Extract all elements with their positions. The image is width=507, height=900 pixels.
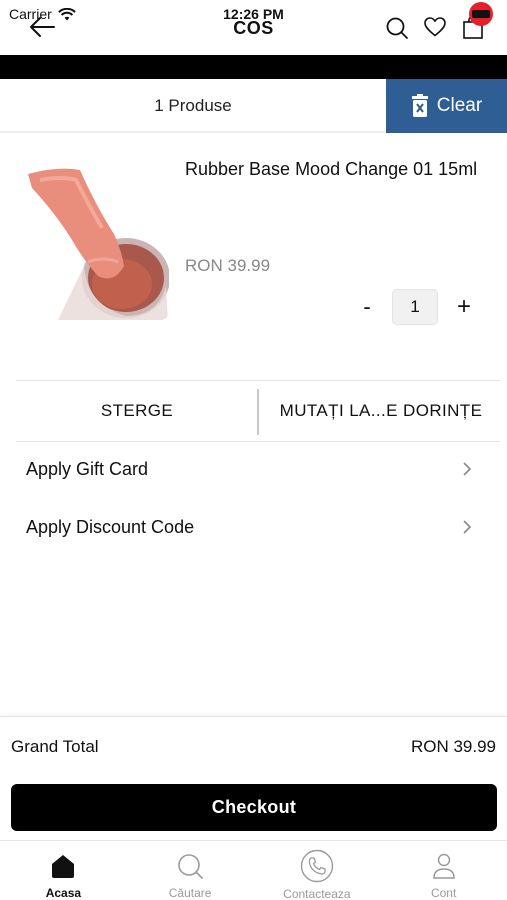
product-count: 1 Produse [154, 96, 232, 115]
chevron-right-icon [463, 520, 472, 534]
decrease-quantity-button[interactable]: - [358, 294, 376, 320]
wishlist-button[interactable] [423, 14, 447, 40]
checkout-button[interactable]: Checkout [11, 784, 497, 831]
apply-gift-card-label: Apply Gift Card [26, 458, 149, 479]
quantity-stepper: - 1 + [358, 288, 478, 326]
clear-cart-button[interactable]: Clear [386, 79, 507, 133]
tab-contact-label: Contacteaza [283, 887, 351, 900]
search-icon [386, 17, 408, 39]
quantity-value[interactable]: 1 [392, 289, 438, 325]
search-icon [178, 853, 203, 879]
tab-account[interactable]: Cont [380, 841, 507, 900]
grand-total-value: RON 39.99 [410, 737, 496, 756]
arrow-left-icon [30, 17, 55, 37]
back-button[interactable] [28, 14, 56, 40]
cart-badge [469, 2, 493, 26]
heart-icon [424, 17, 446, 37]
status-bar: Carrier 12:26 PM COS [0, 0, 507, 55]
product-price: RON 39.99 [185, 256, 271, 275]
actions-divider [257, 389, 259, 435]
tab-contact[interactable]: Contacteaza [254, 841, 381, 900]
grand-total-label: Grand Total [11, 737, 99, 756]
tab-home-label: Acasa [45, 886, 82, 900]
product-name[interactable]: Rubber Base Mood Change 01 15ml [185, 156, 485, 182]
search-button[interactable] [385, 14, 409, 40]
cart-header: 1 Produse Clear [0, 79, 507, 133]
apply-discount-code-label: Apply Discount Code [26, 516, 195, 537]
nav-actions [385, 2, 493, 40]
trash-icon [411, 94, 428, 117]
home-icon [52, 854, 75, 878]
move-to-wishlist-button[interactable]: MUTAȚI LA...E DORINȚE [262, 381, 500, 441]
cart-button[interactable] [461, 2, 493, 40]
tab-search-label: Căutare [168, 886, 212, 900]
tab-home[interactable]: Acasa [0, 841, 127, 900]
item-actions: STERGE MUTAȚI LA...E DORINȚE [16, 380, 500, 442]
nail-gel-product-image [18, 166, 169, 320]
delete-item-button[interactable]: STERGE [16, 381, 258, 441]
clear-label: Clear [436, 95, 483, 116]
apply-discount-code-row[interactable]: Apply Discount Code [26, 507, 472, 547]
header-banner [0, 55, 507, 79]
tab-account-label: Cont [430, 886, 457, 900]
product-image[interactable] [18, 166, 169, 320]
tab-search[interactable]: Căutare [127, 841, 254, 900]
increase-quantity-button[interactable]: + [454, 293, 474, 321]
bottom-tab-bar: Acasa Căutare Contacteaza Cont [0, 840, 507, 900]
apply-gift-card-row[interactable]: Apply Gift Card [26, 449, 472, 489]
chevron-right-icon [463, 462, 472, 476]
user-icon [432, 853, 455, 879]
phone-icon [300, 849, 334, 883]
